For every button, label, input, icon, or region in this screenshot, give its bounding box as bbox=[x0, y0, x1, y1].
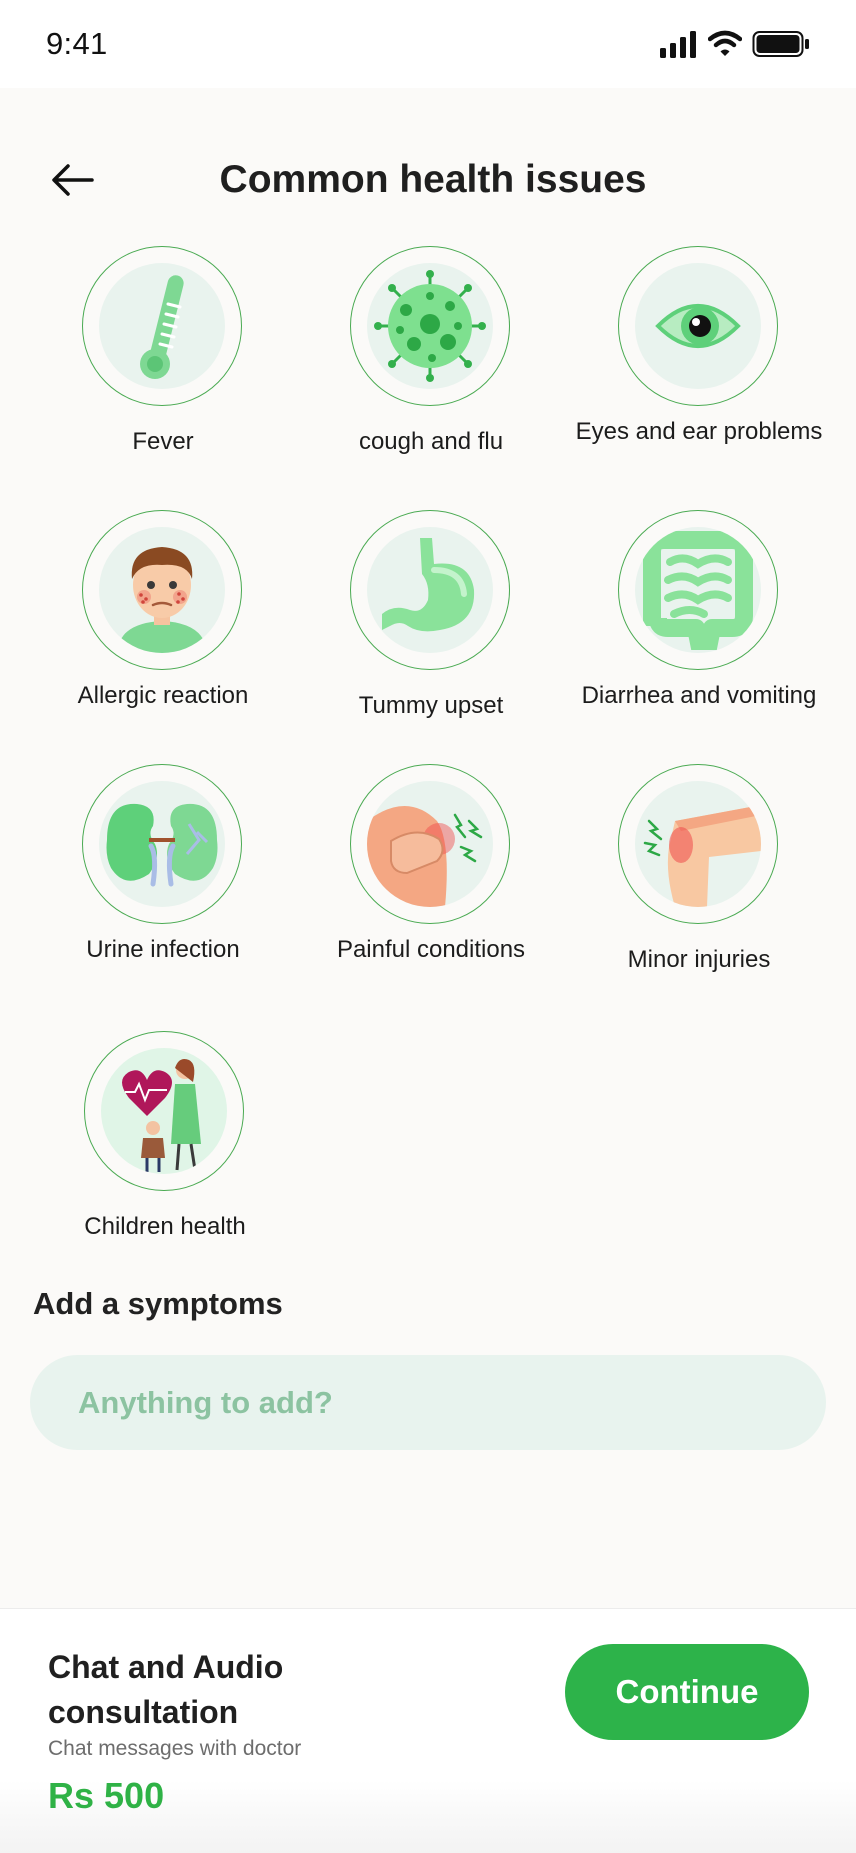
issue-ring bbox=[618, 510, 778, 670]
add-symptoms-title: Add a symptoms bbox=[33, 1286, 283, 1321]
battery-icon bbox=[752, 31, 809, 57]
kidneys-icon bbox=[106, 803, 218, 887]
consultation-subtitle: Chat messages with doctor bbox=[48, 1737, 302, 1760]
consultation-title: Chat and Audio consultation bbox=[48, 1649, 284, 1730]
issue-label: Eyes and ear problems bbox=[575, 418, 823, 445]
issue-ring bbox=[350, 510, 510, 670]
issue-label: Minor injuries bbox=[627, 946, 771, 973]
issue-label: cough and flu bbox=[358, 428, 504, 455]
issue-ring bbox=[618, 246, 778, 406]
page-title: Common health issues bbox=[219, 158, 647, 201]
issue-label: Painful conditions bbox=[336, 936, 526, 963]
issue-ring bbox=[82, 246, 242, 406]
issue-ring bbox=[84, 1031, 244, 1191]
status-icons bbox=[660, 30, 810, 60]
issue-label: Allergic reaction bbox=[77, 682, 249, 709]
issue-ring bbox=[82, 764, 242, 924]
symptoms-input[interactable] bbox=[30, 1355, 826, 1450]
status-bar: 9:41 bbox=[0, 0, 856, 88]
issue-disc bbox=[367, 781, 493, 907]
knee-injury-icon bbox=[643, 805, 761, 907]
status-time: 9:41 bbox=[46, 26, 108, 61]
issue-disc bbox=[367, 527, 493, 653]
shoulder-pain-icon bbox=[367, 806, 483, 907]
eye-icon bbox=[655, 304, 741, 348]
stomach-icon bbox=[382, 538, 475, 632]
issue-disc bbox=[635, 263, 761, 389]
issue-disc bbox=[635, 781, 761, 907]
cellular-signal-icon bbox=[660, 31, 696, 58]
issue-label: Children health bbox=[84, 1213, 246, 1240]
allergic-face-icon bbox=[117, 547, 207, 653]
issue-disc bbox=[99, 527, 225, 653]
wifi-icon bbox=[708, 30, 742, 56]
continue-button[interactable]: Continue bbox=[565, 1644, 809, 1740]
issue-disc bbox=[101, 1048, 227, 1174]
issue-disc bbox=[635, 527, 761, 653]
issue-disc bbox=[367, 263, 493, 389]
issue-label: Diarrhea and vomiting bbox=[581, 682, 817, 709]
issue-disc bbox=[99, 781, 225, 907]
consultation-price: Rs 500 bbox=[48, 1775, 165, 1816]
header: Common health issues bbox=[0, 140, 856, 220]
issue-label: Tummy upset bbox=[358, 692, 504, 719]
thermometer-icon bbox=[140, 275, 184, 379]
issue-label: Fever bbox=[132, 428, 194, 455]
issue-ring bbox=[618, 764, 778, 924]
issue-label: Urine infection bbox=[86, 936, 240, 963]
mother-child-heart-icon bbox=[122, 1059, 201, 1172]
issue-disc bbox=[99, 263, 225, 389]
issue-ring bbox=[82, 510, 242, 670]
intestine-icon bbox=[643, 531, 753, 650]
virus-icon bbox=[374, 270, 486, 382]
consultation-panel: Chat and Audio consultation Chat message… bbox=[0, 1608, 856, 1853]
issue-ring bbox=[350, 246, 510, 406]
issue-ring bbox=[350, 764, 510, 924]
